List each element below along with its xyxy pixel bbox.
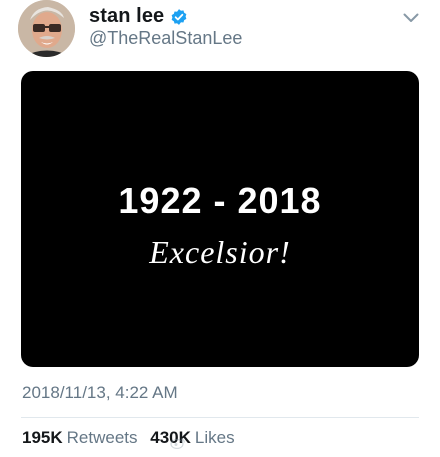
tweet-media-image[interactable]: 1922 - 2018 Excelsior! bbox=[21, 71, 419, 367]
media-motto-text: Excelsior! bbox=[149, 234, 291, 270]
avatar[interactable] bbox=[18, 0, 75, 57]
author-display-name[interactable]: stan lee bbox=[89, 5, 164, 28]
author-handle[interactable]: @TheRealStanLee bbox=[89, 28, 242, 49]
tweet-card: stan lee @TheRealStanLee 1922 - 2018 Exc… bbox=[0, 0, 440, 457]
retweets-label: Retweets bbox=[66, 428, 138, 447]
verified-badge-icon bbox=[170, 8, 188, 26]
weibo-logo-icon bbox=[170, 438, 186, 449]
more-options-button[interactable] bbox=[400, 10, 422, 26]
chevron-down-icon bbox=[403, 13, 419, 22]
author-name-row: stan lee bbox=[89, 5, 188, 28]
watermark bbox=[170, 434, 435, 452]
divider bbox=[21, 417, 419, 418]
avatar-portrait bbox=[18, 0, 75, 57]
retweets-count: 195K bbox=[22, 428, 63, 447]
retweets-stat[interactable]: 195K Retweets bbox=[22, 428, 150, 447]
media-years-text: 1922 - 2018 bbox=[118, 180, 322, 221]
tweet-timestamp[interactable]: 2018/11/13, 4:22 AM bbox=[22, 383, 178, 403]
